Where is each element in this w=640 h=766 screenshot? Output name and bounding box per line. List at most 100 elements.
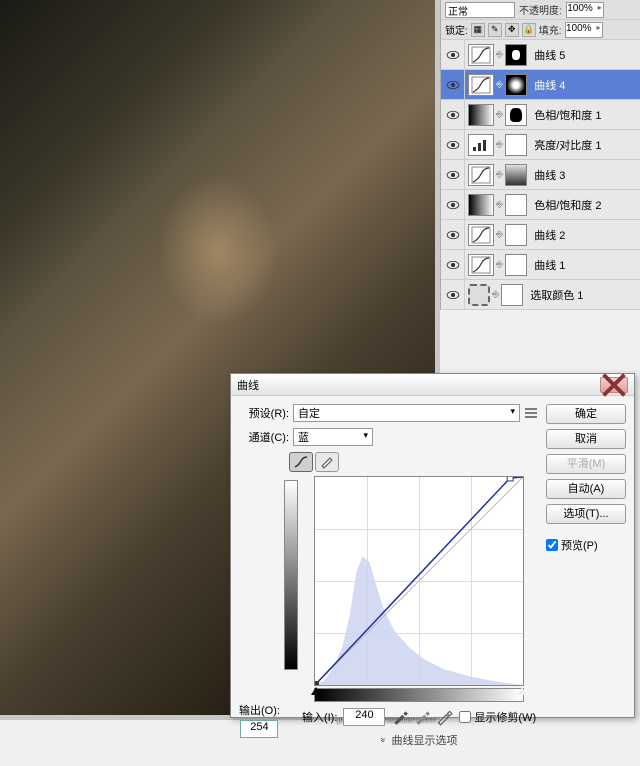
auto-button[interactable]: 自动(A) — [546, 479, 626, 499]
curves-thumb-icon — [468, 254, 494, 276]
eyedropper-gray-icon[interactable] — [413, 708, 431, 726]
layer-row[interactable]: ⎆ 色相/饱和度 2 — [441, 190, 640, 220]
layer-row[interactable]: ⎆ 曲线 2 — [441, 220, 640, 250]
curves-graph[interactable] — [314, 476, 524, 686]
layer-mask-thumb[interactable] — [505, 194, 527, 216]
eye-icon — [446, 260, 460, 270]
visibility-toggle[interactable] — [441, 190, 465, 220]
curves-dialog: 曲线 预设(R): 自定 通道(C): 蓝 — [230, 373, 635, 718]
layer-name[interactable]: 色相/饱和度 1 — [530, 107, 601, 123]
visibility-toggle[interactable] — [441, 280, 465, 310]
gradient-thumb-icon — [468, 104, 494, 126]
input-label: 输入(I): — [302, 709, 337, 725]
link-icon: ⎆ — [496, 139, 503, 150]
curves-thumb-icon — [468, 164, 494, 186]
close-button[interactable] — [600, 377, 628, 393]
layer-mask-thumb[interactable] — [505, 134, 527, 156]
input-gradient[interactable] — [314, 688, 524, 702]
layers-lock-row: 锁定: ▦ ✎ ✥ 🔒 填充: 100% — [441, 20, 640, 40]
fill-input[interactable]: 100% — [565, 22, 603, 38]
layers-list: ⎆曲线 5⎆曲线 4⎆色相/饱和度 1⎆亮度/对比度 1⎆曲线 3⎆色相/饱和度… — [441, 40, 640, 310]
ok-button[interactable]: 确定 — [546, 404, 626, 424]
visibility-toggle[interactable] — [441, 250, 465, 280]
lock-transparent-icon[interactable]: ▦ — [471, 23, 485, 37]
preset-menu-icon[interactable] — [524, 407, 538, 419]
layer-row[interactable]: ⎆ 色相/饱和度 1 — [441, 100, 640, 130]
output-input[interactable]: 254 — [240, 720, 278, 738]
link-icon: ⎆ — [496, 169, 503, 180]
input-input[interactable]: 240 — [343, 708, 385, 726]
layer-row[interactable]: ⎆ 选取颜色 1 — [441, 280, 640, 310]
layer-mask-thumb[interactable] — [505, 104, 527, 126]
curves-thumb-icon — [468, 224, 494, 246]
visibility-toggle[interactable] — [441, 160, 465, 190]
eye-icon — [446, 80, 460, 90]
layers-panel: 正常 不透明度: 100% 锁定: ▦ ✎ ✥ 🔒 填充: 100% ⎆ 曲线 5… — [440, 0, 640, 310]
lock-move-icon[interactable]: ✥ — [505, 23, 519, 37]
curves-thumb-icon — [468, 44, 494, 66]
curve-point-tool[interactable] — [289, 452, 313, 472]
display-options-toggle[interactable]: » 曲线显示选项 — [381, 732, 458, 748]
show-clip-checkbox[interactable]: 显示修剪(W) — [459, 709, 536, 725]
layer-row[interactable]: ⎆ 曲线 1 — [441, 250, 640, 280]
layer-name[interactable]: 亮度/对比度 1 — [530, 137, 601, 153]
layer-name[interactable]: 选取颜色 1 — [526, 287, 583, 303]
layer-mask-thumb[interactable] — [505, 44, 527, 66]
layer-name[interactable]: 曲线 3 — [530, 167, 565, 183]
layer-row[interactable]: ⎆ 亮度/对比度 1 — [441, 130, 640, 160]
eye-icon — [446, 110, 460, 120]
cancel-button[interactable]: 取消 — [546, 429, 626, 449]
visibility-toggle[interactable] — [441, 40, 465, 70]
layer-name[interactable]: 曲线 2 — [530, 227, 565, 243]
link-icon: ⎆ — [496, 49, 503, 60]
preview-checkbox[interactable]: 预览(P) — [546, 537, 626, 553]
link-icon: ⎆ — [496, 199, 503, 210]
layer-name[interactable]: 曲线 5 — [530, 47, 565, 63]
output-label: 输出(O): — [239, 702, 280, 718]
eye-icon — [446, 200, 460, 210]
layer-name[interactable]: 色相/饱和度 2 — [530, 197, 601, 213]
dialog-titlebar[interactable]: 曲线 — [231, 374, 634, 396]
visibility-toggle[interactable] — [441, 220, 465, 250]
visibility-toggle[interactable] — [441, 70, 465, 100]
layer-row[interactable]: ⎆ 曲线 5 — [441, 40, 640, 70]
curve-pencil-tool[interactable] — [315, 452, 339, 472]
layer-name[interactable]: 曲线 4 — [530, 77, 565, 93]
eye-icon — [446, 170, 460, 180]
chevron-down-icon: » — [378, 737, 388, 742]
preset-select[interactable]: 自定 — [293, 404, 520, 422]
lock-label: 锁定: — [445, 22, 468, 37]
eye-icon — [446, 230, 460, 240]
link-icon: ⎆ — [496, 259, 503, 270]
eyedropper-white-icon[interactable] — [435, 708, 453, 726]
eye-icon — [446, 140, 460, 150]
visibility-toggle[interactable] — [441, 100, 465, 130]
link-icon: ⎆ — [496, 229, 503, 240]
levels-thumb-icon — [468, 134, 494, 156]
layer-mask-thumb[interactable] — [505, 164, 527, 186]
blend-mode-select[interactable]: 正常 — [445, 2, 515, 18]
eyedropper-black-icon[interactable] — [391, 708, 409, 726]
layer-row[interactable]: ⎆曲线 4 — [441, 70, 640, 100]
options-button[interactable]: 选项(T)... — [546, 504, 626, 524]
layers-blend-row: 正常 不透明度: 100% — [441, 0, 640, 20]
lock-pixels-icon[interactable]: ✎ — [488, 23, 502, 37]
channel-select[interactable]: 蓝 — [293, 428, 373, 446]
layer-mask-thumb[interactable] — [505, 224, 527, 246]
eye-icon — [446, 290, 460, 300]
lock-all-icon[interactable]: 🔒 — [522, 23, 536, 37]
layer-mask-thumb[interactable] — [505, 74, 527, 96]
opacity-label: 不透明度: — [519, 2, 562, 17]
link-icon: ⎆ — [492, 289, 499, 300]
eye-icon — [446, 50, 460, 60]
layer-name[interactable]: 曲线 1 — [530, 257, 565, 273]
visibility-toggle[interactable] — [441, 130, 465, 160]
opacity-input[interactable]: 100% — [566, 2, 604, 18]
layer-mask-thumb[interactable] — [501, 284, 523, 306]
gradient-thumb-icon — [468, 194, 494, 216]
curve-line — [315, 477, 523, 685]
link-icon: ⎆ — [496, 109, 503, 120]
curves-thumb-icon — [468, 74, 494, 96]
layer-mask-thumb[interactable] — [505, 254, 527, 276]
layer-row[interactable]: ⎆ 曲线 3 — [441, 160, 640, 190]
